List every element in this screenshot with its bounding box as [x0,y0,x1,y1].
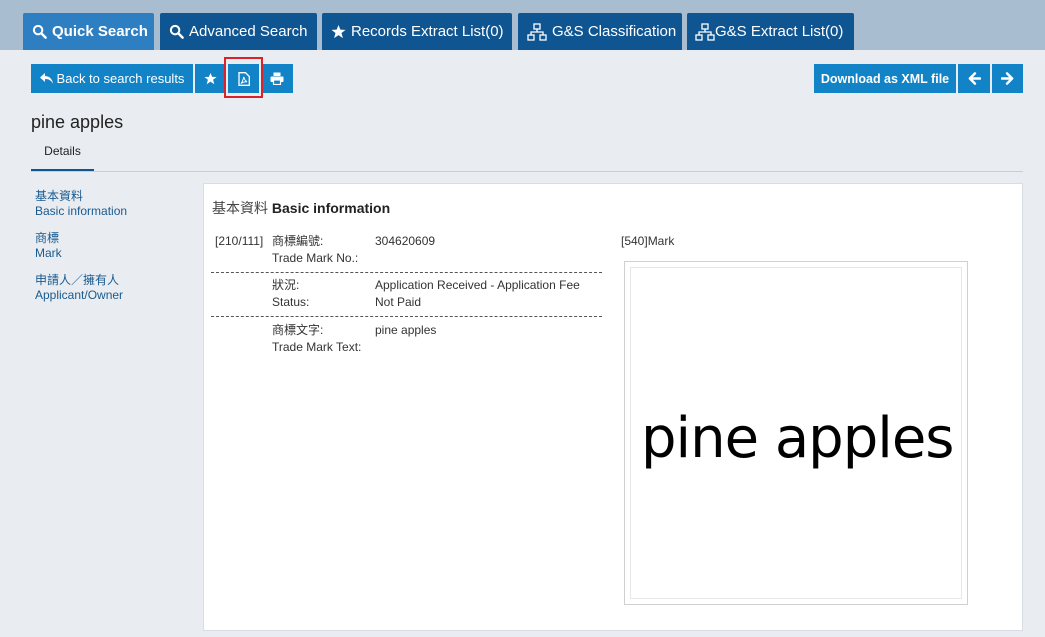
mark-image-inner: pine apples [630,267,962,599]
mark-image: pine apples [624,261,968,605]
page-title: pine apples [31,112,123,133]
field-label-en: Trade Mark Text: [272,339,361,356]
back-button-label: Back to search results [57,71,185,86]
mark-image-text: pine apples [641,406,966,471]
sitemap-icon [527,23,547,41]
tab-gs-extract-list[interactable]: G&S Extract List(0) [687,13,854,50]
field-label-en: Trade Mark No.: [272,250,358,267]
sidebar-item-mark[interactable]: 商標 Mark [35,231,62,261]
sidebar-item-label-zh: 申請人／擁有人 [35,273,123,288]
tab-label: Advanced Search [189,23,307,40]
tab-gs-classification[interactable]: G&S Classification [518,13,682,50]
print-icon [270,72,284,85]
trade-mark-text-value: pine apples [375,322,436,339]
sidebar-item-label-en: Basic information [35,204,127,219]
sidebar-item-label-zh: 基本資料 [35,189,127,204]
reply-arrow-icon [40,73,54,85]
tab-label: G&S Extract List(0) [715,23,843,40]
print-button[interactable] [261,64,293,93]
next-record-button[interactable] [992,64,1023,93]
previous-record-button[interactable] [958,64,990,93]
arrow-left-icon [968,72,981,85]
favorite-button[interactable] [195,64,226,93]
sidebar-item-label-en: Applicant/Owner [35,288,123,303]
download-xml-button[interactable]: Download as XML file [814,64,956,93]
tab-divider [31,171,1023,172]
field-label: 商標編號: Trade Mark No.: [272,233,358,267]
highlight-annotation [224,57,263,98]
search-icon [32,24,47,39]
back-to-results-button[interactable]: Back to search results [31,64,193,93]
row-separator [211,272,602,273]
field-label: 商標文字: Trade Mark Text: [272,322,361,356]
row-separator [211,316,602,317]
field-label-en: Status: [272,294,309,311]
status-value: Application Received - Application Fee N… [375,277,597,311]
mark-label: [540]Mark [621,234,674,248]
tab-label: Quick Search [52,23,148,40]
tab-label: Records Extract List(0) [351,23,504,40]
section-title-zh: 基本資料 [212,200,268,216]
field-label-zh: 商標編號: [272,233,358,250]
sidebar-item-basic-information[interactable]: 基本資料 Basic information [35,189,127,219]
star-icon [204,72,217,85]
tab-records-extract-list[interactable]: Records Extract List(0) [322,13,512,50]
tab-quick-search[interactable]: Quick Search [23,13,154,50]
field-label-zh: 狀況: [272,277,309,294]
field-code: [210/111] [215,233,263,250]
sidebar-item-label-zh: 商標 [35,231,62,246]
sidebar-item-applicant-owner[interactable]: 申請人／擁有人 Applicant/Owner [35,273,123,303]
trade-mark-number-value: 304620609 [375,233,435,250]
field-label: 狀況: Status: [272,277,309,311]
section-title-en: Basic information [272,200,390,216]
arrow-right-icon [1001,72,1014,85]
section-title-basic-information: 基本資料 Basic information [212,198,390,218]
sidebar-item-label-en: Mark [35,246,62,261]
tab-advanced-search[interactable]: Advanced Search [160,13,317,50]
sitemap-icon [695,23,715,41]
tab-details[interactable]: Details [31,144,94,172]
download-xml-label: Download as XML file [821,72,949,86]
field-label-zh: 商標文字: [272,322,361,339]
search-icon [169,24,184,39]
tab-label: G&S Classification [552,23,676,40]
top-tab-bar: Quick Search Advanced Search Records Ext… [0,0,1045,50]
star-icon [331,24,346,39]
